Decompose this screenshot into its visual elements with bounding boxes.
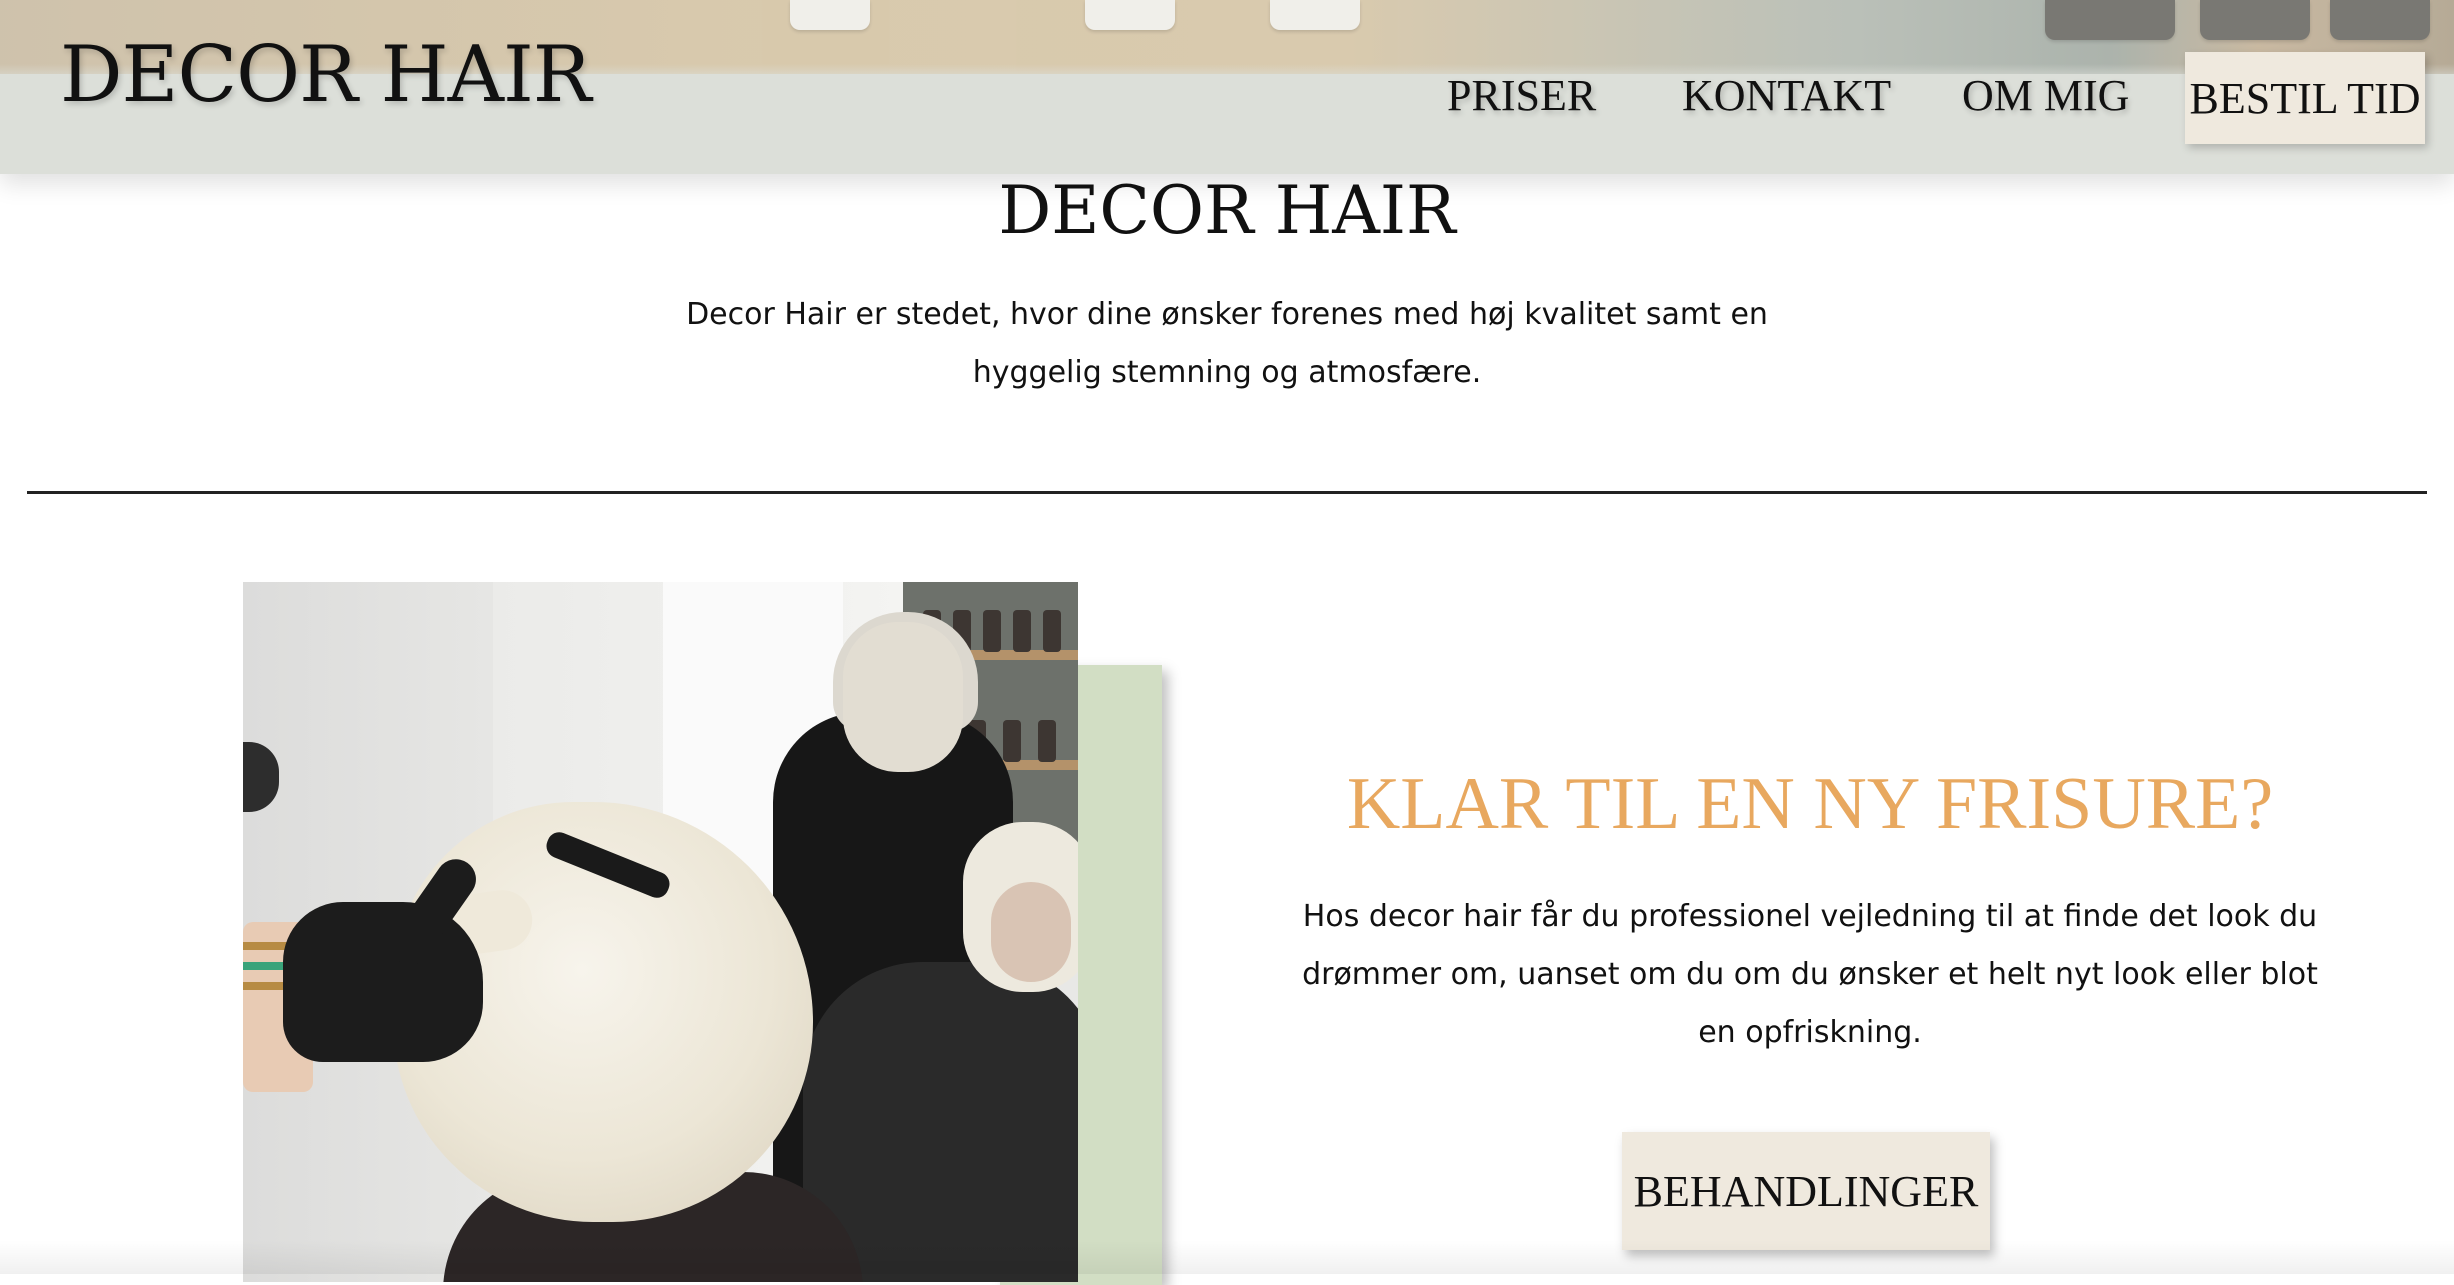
nav-link-kontakt[interactable]: KONTAKT — [1682, 70, 1891, 121]
photo-bottle — [1003, 720, 1021, 762]
photo-client-reflection-face — [991, 882, 1071, 982]
photo-stylist-face — [843, 622, 963, 772]
nav-link-om-mig[interactable]: OM MIG — [1962, 70, 2129, 121]
photo-bottle — [1013, 610, 1031, 652]
feature-title: KLAR TIL EN NY FRISURE? — [1346, 763, 2274, 845]
nav-link-priser[interactable]: PRISER — [1447, 70, 1596, 121]
shelf-product — [790, 0, 870, 30]
photo-gloved-hand — [283, 902, 483, 1062]
shelf-product — [2200, 0, 2310, 40]
treatments-button[interactable]: BEHANDLINGER — [1622, 1132, 1990, 1250]
book-appointment-button[interactable]: BESTIL TID — [2185, 52, 2425, 144]
photo-bottle — [1038, 720, 1056, 762]
photo-bottle — [983, 610, 1001, 652]
shelf-product — [2045, 0, 2175, 40]
photo-bottle — [1043, 610, 1061, 652]
site-logo[interactable]: DECOR HAIR — [60, 30, 592, 120]
section-divider — [27, 491, 2427, 494]
shelf-product — [2330, 0, 2430, 40]
salon-photo — [243, 582, 1078, 1282]
shelf-product — [1085, 0, 1175, 30]
intro-title: DECOR HAIR — [998, 172, 1456, 249]
site-header: DECOR HAIR PRISER KONTAKT OM MIG BESTIL … — [0, 0, 2454, 174]
intro-text: Decor Hair er stedet, hvor dine ønsker f… — [686, 297, 1768, 390]
shelf-product — [1270, 0, 1360, 30]
feature-text: Hos decor hair får du professionel vejle… — [1302, 899, 2318, 1050]
